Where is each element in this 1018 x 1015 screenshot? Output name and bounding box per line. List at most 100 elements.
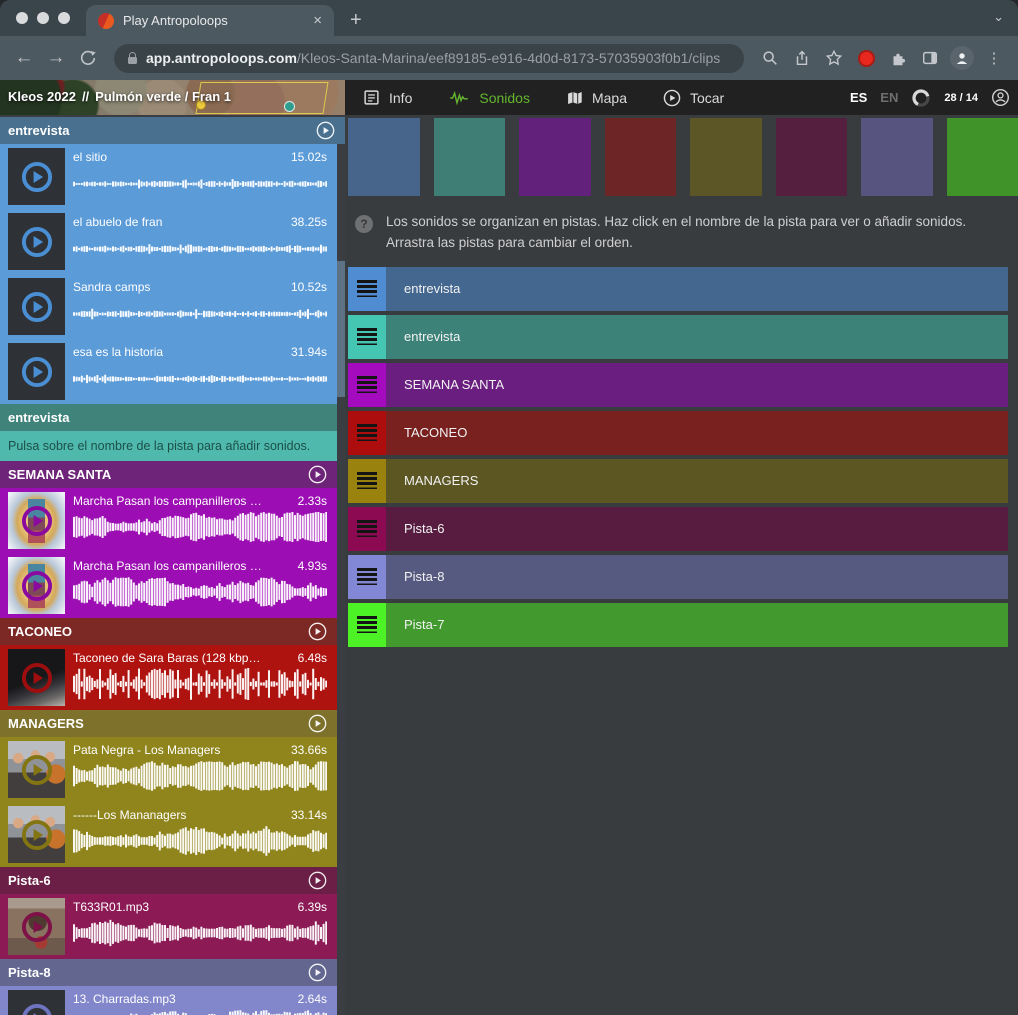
track-color-swatch-7[interactable]	[861, 118, 933, 196]
track-play-button[interactable]	[308, 963, 327, 982]
clip-marcha-pasan-los-campanilleros[interactable]: Marcha Pasan los campanilleros Las Mejor…	[0, 553, 337, 618]
clip-play-button[interactable]	[20, 569, 54, 603]
tab-tocar[interactable]: Tocar	[663, 89, 724, 107]
drag-handle[interactable]	[348, 555, 386, 599]
clip-pata-negra-los-managers[interactable]: Pata Negra - Los Managers33.66s	[0, 737, 337, 802]
lang-es-button[interactable]: ES	[850, 90, 867, 105]
back-icon[interactable]: ←	[12, 47, 36, 69]
clip-play-button[interactable]	[20, 818, 54, 852]
track-row-managers-4[interactable]: MANAGERS	[348, 459, 1008, 503]
app-header: Kleos 2022//Pulmón verde / Fran 1 Info S…	[0, 80, 1018, 115]
search-icon[interactable]	[758, 46, 782, 70]
track-play-button[interactable]	[308, 622, 327, 641]
track-color-swatch-6[interactable]	[776, 118, 848, 196]
clip-play-button[interactable]	[20, 910, 54, 944]
track-row-pista-6-5[interactable]: Pista-6	[348, 507, 1008, 551]
track-row-body[interactable]: Pista-7	[386, 603, 1008, 647]
track-color-swatch-8[interactable]	[947, 118, 1018, 196]
menu-icon[interactable]: ⋮	[982, 46, 1006, 70]
track-header-managers[interactable]: MANAGERS	[0, 710, 337, 737]
drag-handle[interactable]	[348, 459, 386, 503]
track-row-body[interactable]: Pista-6	[386, 507, 1008, 551]
clip-play-button[interactable]	[20, 355, 54, 389]
sidebar-scrollbar[interactable]	[337, 261, 345, 397]
track-row-body[interactable]: SEMANA SANTA	[386, 363, 1008, 407]
track-header-pista-8[interactable]: Pista-8	[0, 959, 337, 986]
track-header-entrevista[interactable]: entrevista	[0, 117, 345, 144]
track-header-entrevista[interactable]: entrevista	[0, 404, 337, 431]
clip-play-button[interactable]	[20, 753, 54, 787]
new-tab-button[interactable]: +	[350, 10, 362, 30]
tab-search-chevron-icon[interactable]: ⌄	[993, 9, 1004, 25]
track-header-semana-santa[interactable]: SEMANA SANTA	[0, 461, 337, 488]
track-color-swatch-1[interactable]	[348, 118, 420, 196]
track-row-body[interactable]: entrevista	[386, 315, 1008, 359]
clip-play-button[interactable]	[20, 160, 54, 194]
clip-marcha-pasan-los-campanilleros[interactable]: Marcha Pasan los campanilleros Las Mejor…	[0, 488, 337, 553]
clip-los-mananagers[interactable]: ------Los Mananagers33.14s	[0, 802, 337, 867]
clip-play-button[interactable]	[20, 504, 54, 538]
track-row-body[interactable]: entrevista	[386, 267, 1008, 311]
tab-sonidos[interactable]: Sonidos	[448, 90, 530, 106]
track-row-pista-7-7[interactable]: Pista-7	[348, 603, 1008, 647]
drag-handle[interactable]	[348, 507, 386, 551]
clip-play-button[interactable]	[20, 1002, 54, 1015]
address-bar[interactable]: app.antropoloops.com/Kleos-Santa-Marina/…	[114, 44, 744, 73]
close-button[interactable]	[16, 12, 28, 24]
track-play-button[interactable]	[308, 714, 327, 733]
extensions-icon[interactable]	[886, 46, 910, 70]
tab-mapa[interactable]: Mapa	[566, 90, 627, 106]
track-name: Pista-8	[8, 965, 51, 980]
account-icon[interactable]	[991, 88, 1010, 107]
tab-info[interactable]: Info	[363, 89, 412, 106]
clip-sandra-camps[interactable]: Sandra camps10.52s	[0, 274, 337, 339]
browser-tab[interactable]: Play Antropoloops ×	[86, 5, 334, 36]
track-color-swatch-2[interactable]	[434, 118, 506, 196]
clip-play-button[interactable]	[20, 290, 54, 324]
track-play-button[interactable]	[308, 871, 327, 890]
track-play-button[interactable]	[316, 121, 335, 140]
reload-icon[interactable]	[76, 46, 100, 70]
track-name: TACONEO	[8, 624, 72, 639]
clip-taconeo-de-sara-baras-128-kbps[interactable]: Taconeo de Sara Baras (128 kbps).mp36.48…	[0, 645, 337, 710]
profile-icon[interactable]	[950, 46, 974, 70]
track-header-taconeo[interactable]: TACONEO	[0, 618, 337, 645]
track-play-button[interactable]	[308, 465, 327, 484]
clip-13-charradas-mp3[interactable]: 13. Charradas.mp32.64s	[0, 986, 337, 1015]
clip-esa-es-la-historia[interactable]: esa es la historia31.94s	[0, 339, 337, 404]
lang-en-button[interactable]: EN	[880, 90, 898, 105]
track-row-body[interactable]: TACONEO	[386, 411, 1008, 455]
maximize-button[interactable]	[58, 12, 70, 24]
side-panel-icon[interactable]	[918, 46, 942, 70]
lock-icon[interactable]	[128, 57, 137, 64]
clip-t633r01-mp3[interactable]: T633R01.mp36.39s	[0, 894, 337, 959]
drag-handle[interactable]	[348, 603, 386, 647]
track-row-body[interactable]: MANAGERS	[386, 459, 1008, 503]
close-tab-icon[interactable]: ×	[313, 13, 322, 28]
record-icon[interactable]	[854, 46, 878, 70]
share-icon[interactable]	[790, 46, 814, 70]
track-color-swatch-5[interactable]	[690, 118, 762, 196]
clip-title: el sitio	[73, 150, 265, 164]
clip-el-sitio[interactable]: el sitio15.02s	[0, 144, 337, 209]
clip-el-abuelo-de-fran[interactable]: el abuelo de fran38.25s	[0, 209, 337, 274]
star-icon[interactable]	[822, 46, 846, 70]
track-row-entrevista-0[interactable]: entrevista	[348, 267, 1008, 311]
clip-play-button[interactable]	[20, 661, 54, 695]
track-color-swatch-3[interactable]	[519, 118, 591, 196]
minimize-button[interactable]	[37, 12, 49, 24]
track-row-pista-8-6[interactable]: Pista-8	[348, 555, 1008, 599]
track-row-entrevista-1[interactable]: entrevista	[348, 315, 1008, 359]
drag-handle[interactable]	[348, 411, 386, 455]
track-color-swatch-4[interactable]	[605, 118, 677, 196]
track-row-taconeo-3[interactable]: TACONEO	[348, 411, 1008, 455]
drag-handle[interactable]	[348, 267, 386, 311]
clip-thumbnail	[8, 278, 65, 335]
forward-icon[interactable]: →	[44, 47, 68, 69]
track-row-semana-santa-2[interactable]: SEMANA SANTA	[348, 363, 1008, 407]
track-header-pista-6[interactable]: Pista-6	[0, 867, 337, 894]
drag-handle[interactable]	[348, 315, 386, 359]
clip-play-button[interactable]	[20, 225, 54, 259]
track-row-body[interactable]: Pista-8	[386, 555, 1008, 599]
drag-handle[interactable]	[348, 363, 386, 407]
